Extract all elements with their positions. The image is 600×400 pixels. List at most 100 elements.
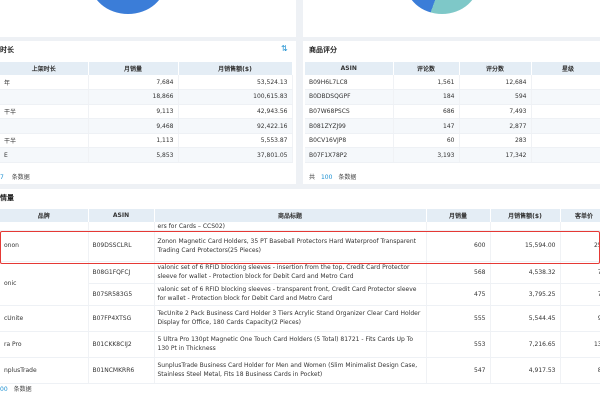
panel-title: 商品评分 [309,46,337,54]
col-header-ratings[interactable]: 评分数 [459,62,532,75]
revenue-cell: 4,538.32 [490,261,561,284]
sales-cell: 1,113 [88,133,179,149]
revenue-cell: 53,524.13 [178,75,293,91]
table-row[interactable]: ra Pro B01CKK8CIJ2 5 Ultra Pro 130pt Mag… [0,331,600,358]
col-header-sales[interactable]: 月销量 [426,209,491,222]
product-rating-panel: 商品评分 ASIN 评论数 评分数 星级 B09H6L7LC8 1,561 12,6… [303,41,600,184]
asin-cell[interactable]: B09H6L7LC8 [305,75,394,91]
ratings-cell: 283 [459,133,532,149]
col-header-brand[interactable]: 品牌 [0,209,89,222]
ratings-cell: 2,877 [459,118,532,134]
title-cell[interactable]: TecUnite 2 Pack Business Card Holder 3 T… [154,305,427,332]
reviews-cell: 184 [393,89,460,105]
revenue-cell: 92,422.16 [178,118,293,134]
sales-cell: 555 [426,305,491,332]
col-header-sales[interactable]: 月销量 [88,62,179,75]
stars-cell [531,89,600,105]
table-row[interactable]: B07SR583G5 valonic set of 6 RFID blockin… [0,283,600,306]
asin-cell[interactable]: B08G1FQFCJ [88,261,155,284]
title-cell[interactable]: valonic set of 6 RFID blocking sleeves -… [154,261,427,284]
duration-cell [0,89,89,105]
table-row[interactable]: onic B08G1FQFCJ valonic set of 6 RFID bl… [0,261,600,306]
record-count: 7 [0,174,4,181]
duration-cell [0,118,89,134]
asin-cell[interactable]: B0CV16VJP8 [305,133,394,149]
sales-cell: 9,113 [88,104,179,120]
table-footer: 00 条数据 [0,384,32,393]
pie-card-left [0,0,296,37]
title-cell: ers for Cards – CCS02) [154,222,427,231]
sales-cell: 547 [426,357,491,384]
record-count-label: 条数据 [13,386,32,393]
brand-cell: ra Pro [0,331,89,358]
title-cell[interactable]: valonic set of 6 RFID blocking sleeves -… [154,283,427,306]
revenue-cell: 4,917.53 [490,357,561,384]
revenue-cell: 5,544.45 [490,305,561,332]
sales-cell: 475 [426,283,491,306]
asin-cell[interactable]: B0DBDSQGPF [305,89,394,105]
table-row: B07F1X78P2 3,193 17,342 [305,147,600,164]
asin-cell[interactable]: B07F1X78P2 [305,147,394,164]
record-count-prefix: 共 [309,174,316,181]
col-header-revenue[interactable]: 月销售额($) [178,62,293,75]
sales-cell: 18,866 [88,89,179,105]
stars-cell [531,118,600,134]
table-row: B07W68PSCS 686 7,493 [305,104,600,120]
revenue-cell: 5,553.87 [178,133,293,149]
table-row: 干半 1,113 5,553.87 [0,133,293,149]
price-cell: 9. [560,305,600,332]
ratings-cell: 594 [459,89,532,105]
asin-cell[interactable]: B01NCMKRR6 [88,357,155,384]
ratings-cell: 17,342 [459,147,532,164]
sales-cell: 9,468 [88,118,179,134]
asin-cell[interactable]: B01CKK8CIJ2 [88,331,155,358]
export-icon[interactable]: ⇅ [281,45,289,53]
record-count: 00 [0,386,8,393]
rating-table: ASIN 评论数 评分数 星级 B09H6L7LC8 1,561 12,684 B0… [305,62,600,164]
col-header-title[interactable]: 商品标题 [154,209,427,222]
pie-card-right [303,0,600,37]
asin-cell[interactable]: B07W68PSCS [305,104,394,120]
table-row-partial: ers for Cards – CCS02) [0,222,600,231]
stars-cell [531,133,600,149]
pie-chart-right [405,0,479,14]
price-cell: 7. [560,283,600,306]
stars-cell [531,75,600,91]
stars-cell [531,147,600,164]
brand-cell: cUnite [0,305,89,332]
sales-cell: 568 [426,261,491,284]
title-cell[interactable]: 5 Ultra Pro 130pt Magnetic One Touch Car… [154,331,427,358]
table-row: 干半 9,113 42,943.56 [0,104,293,120]
table-row: E 5,853 37,801.05 [0,147,293,164]
panel-title: 时长 [0,46,14,54]
title-cell[interactable]: SunplusTrade Business Card Holder for Me… [154,357,427,384]
col-header-reviews[interactable]: 评论数 [393,62,460,75]
panel-title: 情量 [0,194,14,202]
record-count-label: 条数据 [11,174,30,181]
revenue-cell: 42,943.56 [178,104,293,120]
duration-cell: E [0,147,89,164]
record-count-label: 条数据 [338,174,357,181]
table-footer: 7 条数据 [0,172,30,181]
table-row[interactable]: cUnite B07FP4XTSG TecUnite 2 Pack Busine… [0,305,600,332]
table-row: 18,866 100,615.83 [0,89,293,105]
col-header-price[interactable]: 客单价 [560,209,600,222]
duration-cell: 干半 [0,133,89,149]
brand-cell: nplusTrade [0,357,89,384]
col-header-asin[interactable]: ASIN [305,62,394,75]
reviews-cell: 686 [393,104,460,120]
reviews-cell: 147 [393,118,460,134]
table-row[interactable]: nplusTrade B01NCMKRR6 SunplusTrade Busin… [0,357,600,384]
col-header-stars[interactable]: 星级 [531,62,600,75]
col-header-asin[interactable]: ASIN [88,209,155,222]
price-cell: 13. [560,331,600,358]
col-header-duration[interactable]: 上架时长 [0,62,89,75]
table-footer: 共 100 条数据 [309,172,356,181]
col-header-revenue[interactable]: 月销售额($) [490,209,561,222]
table-row: 年 7,684 53,524.13 [0,75,293,91]
asin-cell[interactable]: B07FP4XTSG [88,305,155,332]
ratings-cell: 12,684 [459,75,532,91]
asin-cell[interactable]: B081ZYZJ99 [305,118,394,134]
asin-cell[interactable]: B07SR583G5 [88,283,155,306]
table-row: B0DBDSQGPF 184 594 [305,89,600,105]
